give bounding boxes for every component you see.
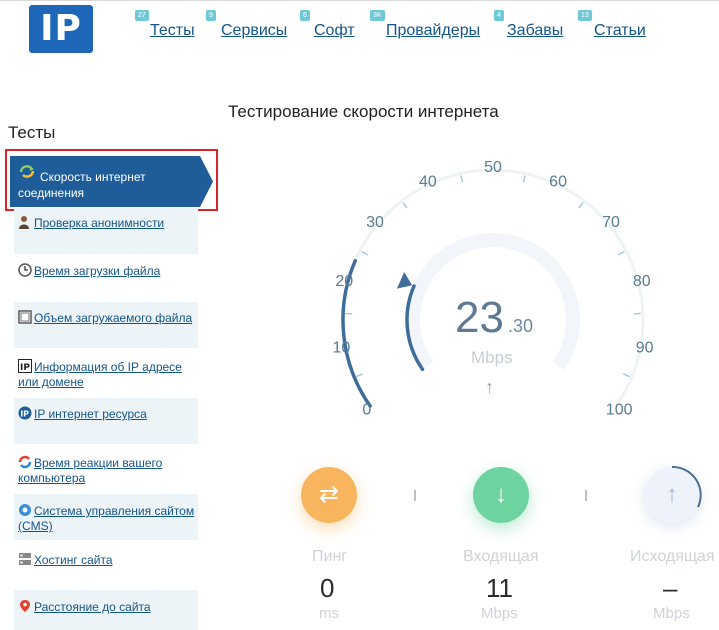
nav-badge: 9 xyxy=(206,10,216,21)
gauge-scale-label: 40 xyxy=(419,173,437,190)
ping-value: 0 xyxy=(320,573,334,604)
nav-link-articles[interactable]: Статьи xyxy=(594,22,646,40)
gauge-tick xyxy=(461,176,463,183)
gauge-scale-label: 10 xyxy=(332,340,350,357)
sidebar-item-label: Система управления сайтом (CMS) xyxy=(18,504,194,533)
gauge-scale-label: 30 xyxy=(366,214,384,231)
gauge-scale-label: 20 xyxy=(335,273,353,290)
sidebar-item-hosting[interactable]: Хостинг сайта xyxy=(18,552,198,568)
sidebar-item-label: Расстояние до сайта xyxy=(34,600,151,614)
ping-unit: ms xyxy=(319,605,339,622)
upload-indicator-icon: ↑ xyxy=(485,378,494,396)
download-unit: Mbps xyxy=(481,605,518,622)
svg-text:IP: IP xyxy=(20,410,29,419)
upload-unit: Mbps xyxy=(653,605,690,622)
nav-badge: 6 xyxy=(300,10,310,21)
selection-highlight-frame xyxy=(5,149,218,211)
ping-button[interactable]: ⇄ xyxy=(301,467,357,523)
clock-icon xyxy=(18,263,32,277)
sidebar-item-label: Хостинг сайта xyxy=(34,553,113,567)
divider xyxy=(585,490,587,501)
gauge-tick xyxy=(623,374,629,377)
sidebar-item-label: Время загрузки файла xyxy=(34,264,160,278)
sidebar-item-ip-info[interactable]: IP Информация об IP адресе или домене xyxy=(18,359,198,390)
sidebar-item-cms[interactable]: Система управления сайтом (CMS) xyxy=(18,503,198,534)
divider xyxy=(414,490,416,501)
upload-label: Исходящая xyxy=(630,548,715,566)
gauge-needle-marker xyxy=(397,272,412,289)
gauge-tick xyxy=(362,252,368,255)
gauge-scale-label: 80 xyxy=(633,273,651,290)
nav-link-fun[interactable]: Забавы xyxy=(507,22,563,40)
refresh-icon xyxy=(18,455,32,469)
file-size-icon xyxy=(18,310,32,324)
gauge-tick xyxy=(579,203,583,209)
sidebar-item-label: IP интернет ресурса xyxy=(34,407,147,421)
gauge-scale-label: 0 xyxy=(362,401,371,418)
sidebar-item-anonymity[interactable]: Проверка анонимности xyxy=(18,215,198,231)
svg-text:IP: IP xyxy=(20,363,30,373)
nav-link-services[interactable]: Сервисы xyxy=(221,22,287,40)
nav-badge: 3K xyxy=(370,10,385,21)
nav-link-tests[interactable]: Тесты xyxy=(150,22,195,40)
download-button[interactable]: ↓ xyxy=(473,467,529,523)
upload-value: – xyxy=(663,573,677,604)
ip-icon: IP xyxy=(18,359,32,373)
gauge-scale-label: 100 xyxy=(606,401,633,418)
sidebar-title: Тесты xyxy=(8,123,55,143)
ip-globe-icon: IP xyxy=(18,406,32,420)
swap-arrows-icon: ⇄ xyxy=(319,481,339,508)
download-label: Входящая xyxy=(463,548,539,566)
sidebar-item-reaction-time[interactable]: Время реакции вашего компьютера xyxy=(18,455,198,486)
person-icon xyxy=(18,215,32,229)
sidebar-item-ip-resource[interactable]: IP IP интернет ресурса xyxy=(18,406,198,422)
site-logo[interactable]: IP xyxy=(29,5,93,53)
gauge-tick xyxy=(356,374,362,377)
page-title: Тестирование скорости интернета xyxy=(228,102,499,122)
sidebar-item-file-load-time[interactable]: Время загрузки файла xyxy=(18,263,198,279)
sidebar-item-label: Проверка анонимности xyxy=(34,216,164,230)
cms-icon xyxy=(18,503,32,517)
gauge-tick xyxy=(403,203,407,209)
nav-link-providers[interactable]: Провайдеры xyxy=(386,22,480,40)
download-value: 11 xyxy=(486,573,513,604)
down-arrow-icon: ↓ xyxy=(495,481,507,508)
top-border xyxy=(0,0,719,1)
sidebar-item-distance[interactable]: Расстояние до сайта xyxy=(18,599,198,615)
sidebar-item-label: Время реакции вашего компьютера xyxy=(18,456,162,485)
sidebar-item-file-size[interactable]: Объем загружаемого файла xyxy=(18,310,198,326)
gauge-scale-label: 90 xyxy=(636,340,654,357)
speed-decimal: .30 xyxy=(508,316,533,337)
gauge-scale-label: 50 xyxy=(484,159,502,176)
gauge-track xyxy=(343,170,643,406)
server-icon xyxy=(18,552,32,566)
sidebar-item-label: Информация об IP адресе или домене xyxy=(18,360,182,389)
nav-badge: 13 xyxy=(578,10,592,21)
nav-badge: 4 xyxy=(494,10,504,21)
gauge-scale-label: 60 xyxy=(549,173,567,190)
speedometer-gauge: 0 10 20 30 40 50 60 70 80 90 100 xyxy=(300,130,700,420)
gauge-scale-label: 70 xyxy=(602,214,620,231)
nav-link-software[interactable]: Софт xyxy=(314,22,355,40)
map-pin-icon xyxy=(18,599,32,613)
upload-progress-ring xyxy=(642,465,702,525)
logo-text: IP xyxy=(29,5,93,53)
gauge-tick xyxy=(618,252,624,255)
speed-value: 23 xyxy=(455,293,504,343)
sidebar-item-label: Объем загружаемого файла xyxy=(34,311,192,325)
gauge-tick xyxy=(524,176,526,183)
ping-label: Пинг xyxy=(312,548,347,566)
nav-badge: 27 xyxy=(135,10,149,21)
speed-unit: Mbps xyxy=(471,348,513,368)
